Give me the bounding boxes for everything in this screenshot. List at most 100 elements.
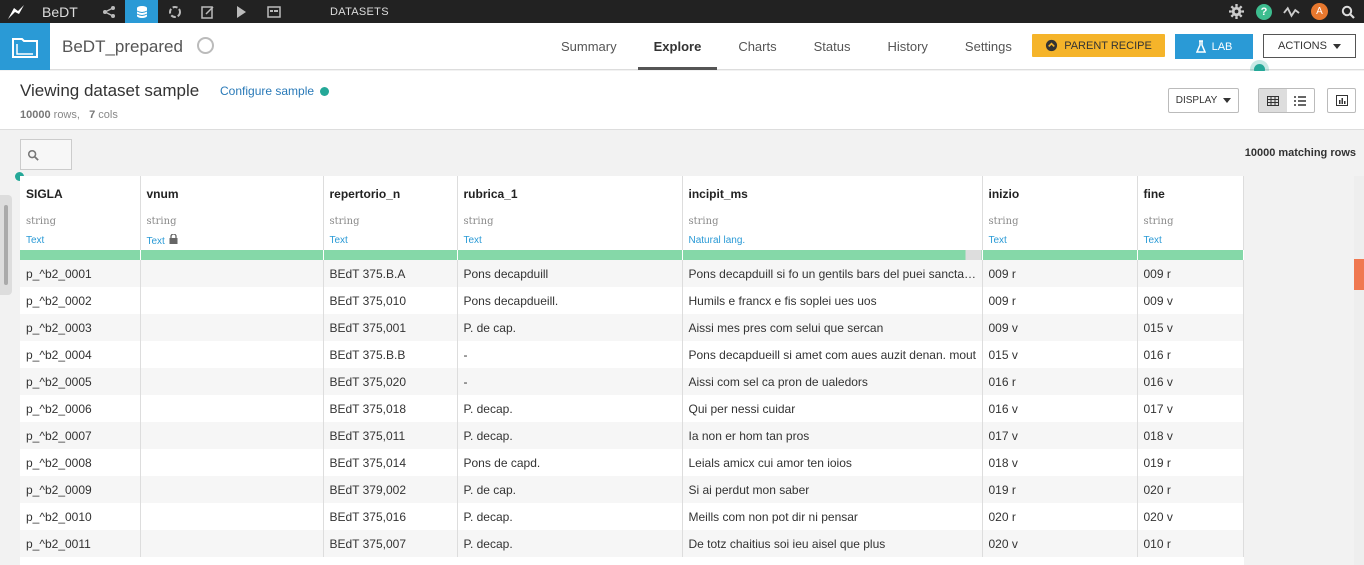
display-dropdown[interactable]: DISPLAY [1168,88,1239,113]
table-cell[interactable]: Ia non er hom tan pros [682,422,983,449]
table-row[interactable]: p_^b2_0010 BEdT 375,016 P. decap. Meills co… [20,503,1244,530]
table-cell[interactable]: 017 v [1137,395,1244,422]
table-cell[interactable]: Pons decapdueill. [457,287,683,314]
column-meaning[interactable]: Natural lang. [682,230,983,250]
notebook-icon[interactable] [191,0,224,23]
column-header[interactable]: fine [1137,176,1244,212]
table-cell[interactable] [140,530,324,557]
table-cell[interactable]: Aissi com sel ca pron de ualedors [682,368,983,395]
table-cell[interactable]: Pons de capd. [457,449,683,476]
table-cell[interactable] [140,368,324,395]
table-row[interactable]: p_^b2_0004 BEdT 375.B.B - Pons decapdueill … [20,341,1244,368]
table-cell[interactable]: 017 v [982,422,1138,449]
lab-button[interactable]: LAB [1175,34,1253,59]
project-name[interactable]: BeDT [32,4,92,20]
column-meaning[interactable]: Text [1137,230,1244,250]
table-cell[interactable]: p_^b2_0009 [20,476,141,503]
table-cell[interactable]: Pons decapdueill si amet com aues auzit … [682,341,983,368]
table-cell[interactable]: 020 r [1137,476,1244,503]
vertical-scrollbar[interactable] [1354,176,1364,565]
table-cell[interactable]: BEdT 375.B.A [323,260,458,287]
search-input[interactable] [20,139,72,170]
table-cell[interactable]: Leials amicx cui amor ten ioios [682,449,983,476]
table-cell[interactable]: BEdT 375,011 [323,422,458,449]
tab-summary[interactable]: Summary [545,23,633,70]
table-cell[interactable]: Humils e francx e fis soplei ues uos [682,287,983,314]
column-header[interactable]: rubrica_1 [457,176,683,212]
table-cell[interactable]: 010 r [1137,530,1244,557]
table-cell[interactable]: P. de cap. [457,476,683,503]
table-cell[interactable]: 015 v [982,341,1138,368]
table-row[interactable]: p_^b2_0011 BEdT 375,007 P. decap. De totz c… [20,530,1244,557]
table-row[interactable]: p_^b2_0008 BEdT 375,014 Pons de capd. Leial… [20,449,1244,476]
table-row[interactable]: p_^b2_0009 BEdT 379,002 P. de cap. Si ai pe… [20,476,1244,503]
table-row[interactable]: p_^b2_0001 BEdT 375.B.A Pons decapduill Pon… [20,260,1244,287]
table-cell[interactable]: P. decap. [457,422,683,449]
column-header[interactable]: vnum [140,176,324,212]
recipes-icon[interactable] [158,0,191,23]
configure-sample-link[interactable]: Configure sample [220,84,330,98]
table-cell[interactable] [140,476,324,503]
table-cell[interactable]: BEdT 375,018 [323,395,458,422]
table-row[interactable]: p_^b2_0005 BEdT 375,020- Aissi com sel ca … [20,368,1244,395]
table-cell[interactable]: p_^b2_0005 [20,368,141,395]
table-cell[interactable]: 016 v [982,395,1138,422]
table-view-button[interactable] [1259,89,1287,112]
table-cell[interactable]: Si ai perdut mon saber [682,476,983,503]
column-header[interactable]: SIGLA [20,176,141,212]
scrollbar-thumb[interactable] [1354,259,1364,290]
flow-icon[interactable] [92,0,125,23]
dataset-name[interactable]: BeDT_prepared [62,37,183,57]
table-cell[interactable]: Aissi mes pres com selui que sercan [682,314,983,341]
table-row[interactable]: p_^b2_0003 BEdT 375,001 P. de cap. Aissi me… [20,314,1244,341]
table-cell[interactable]: 020 v [1137,503,1244,530]
table-cell[interactable]: 020 v [982,530,1138,557]
dashboard-icon[interactable] [257,0,290,23]
table-cell[interactable]: BEdT 375,010 [323,287,458,314]
table-cell[interactable]: - [457,341,683,368]
activity-icon[interactable] [1283,3,1300,20]
avatar[interactable]: A [1311,3,1328,20]
table-cell[interactable]: 009 r [982,287,1138,314]
column-meaning[interactable]: Text [982,230,1138,250]
column-stats-button[interactable] [1327,88,1356,113]
run-icon[interactable] [224,0,257,23]
table-cell[interactable]: BEdT 375,016 [323,503,458,530]
table-cell[interactable]: 019 r [1137,449,1244,476]
table-cell[interactable] [140,422,324,449]
list-view-button[interactable] [1287,89,1315,112]
column-header[interactable]: inizio [982,176,1138,212]
help-icon[interactable]: ? [1256,3,1272,20]
table-cell[interactable]: P. de cap. [457,314,683,341]
table-cell[interactable] [140,341,324,368]
table-cell[interactable]: Pons decapduill [457,260,683,287]
table-cell[interactable]: 016 r [982,368,1138,395]
table-cell[interactable]: p_^b2_0006 [20,395,141,422]
table-row[interactable]: p_^b2_0006 BEdT 375,018 P. decap. Qui per n… [20,395,1244,422]
table-cell[interactable]: Meills com non pot dir ni pensar [682,503,983,530]
table-cell[interactable]: 018 v [982,449,1138,476]
table-cell[interactable]: P. decap. [457,395,683,422]
search-icon[interactable] [1339,3,1356,20]
gear-icon[interactable] [1228,3,1245,20]
column-meaning[interactable]: Text [20,230,141,250]
left-panel-handle[interactable] [0,195,12,295]
table-cell[interactable]: p_^b2_0003 [20,314,141,341]
table-cell[interactable]: 009 r [1137,260,1244,287]
table-cell[interactable]: P. decap. [457,503,683,530]
table-cell[interactable]: BEdT 375,014 [323,449,458,476]
table-cell[interactable]: 016 v [1137,368,1244,395]
table-cell[interactable]: 009 v [1137,287,1244,314]
column-meaning[interactable]: Text [140,230,324,250]
table-cell[interactable]: BEdT 379,002 [323,476,458,503]
column-meaning[interactable]: Text [457,230,683,250]
tab-charts[interactable]: Charts [722,23,792,70]
table-cell[interactable]: 016 r [1137,341,1244,368]
table-cell[interactable]: 018 v [1137,422,1244,449]
table-cell[interactable]: p_^b2_0002 [20,287,141,314]
column-meaning[interactable]: Text [323,230,458,250]
column-header[interactable]: incipit_ms [682,176,983,212]
table-cell[interactable]: BEdT 375.B.B [323,341,458,368]
tab-explore[interactable]: Explore [637,23,718,70]
table-cell[interactable]: p_^b2_0010 [20,503,141,530]
